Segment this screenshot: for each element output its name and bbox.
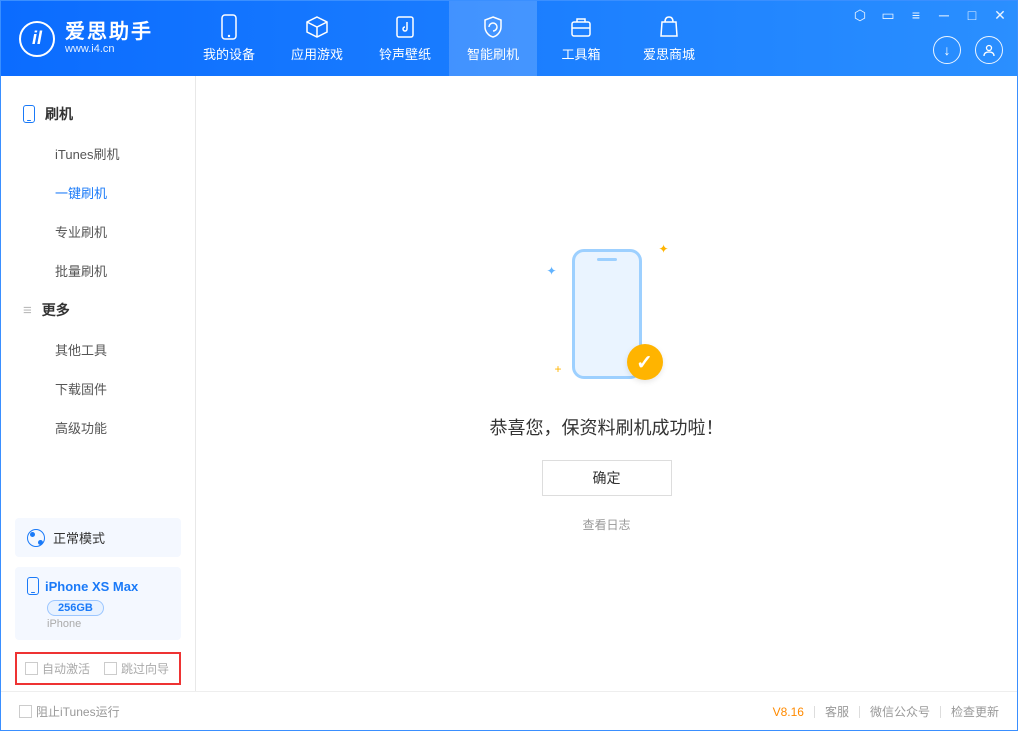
tab-ringtones[interactable]: 铃声壁纸	[361, 1, 449, 76]
tab-label: 铃声壁纸	[379, 44, 431, 63]
checkbox-auto-activate[interactable]: 自动激活	[25, 660, 90, 677]
tab-label: 我的设备	[203, 44, 255, 63]
logo-area: il 爱思助手 www.i4.cn	[1, 21, 171, 57]
device-name-row: iPhone XS Max	[27, 577, 169, 595]
version-label: V8.16	[773, 705, 804, 719]
sparkle-icon: +	[555, 362, 562, 376]
bag-icon	[656, 14, 682, 40]
sidebar: 刷机 iTunes刷机 一键刷机 专业刷机 批量刷机 ≡ 更多 其他工具 下载固…	[1, 76, 196, 691]
app-title: 爱思助手	[65, 21, 153, 43]
tab-label: 爱思商城	[643, 44, 695, 63]
update-link[interactable]: 检查更新	[951, 703, 999, 720]
success-message: 恭喜您，保资料刷机成功啦！	[490, 414, 724, 440]
ok-button[interactable]: 确定	[542, 460, 672, 496]
mode-icon	[27, 529, 45, 547]
mode-label: 正常模式	[53, 528, 105, 547]
sidebar-item-other[interactable]: 其他工具	[1, 330, 195, 369]
cube-icon	[304, 14, 330, 40]
device-capacity: 256GB	[47, 600, 104, 616]
sparkle-icon: ✦	[547, 264, 557, 278]
checkbox-block-itunes[interactable]: 阻止iTunes运行	[19, 703, 120, 720]
header-right-icons: ↓	[933, 36, 1003, 64]
tab-label: 工具箱	[561, 44, 600, 63]
separator	[940, 706, 941, 718]
window-controls: ⬡ ▭ ≡ ─ □ ✕	[851, 7, 1009, 24]
device-type: iPhone	[47, 618, 169, 630]
checkbox-icon	[25, 662, 38, 675]
shirt-icon[interactable]: ⬡	[851, 7, 869, 24]
checkbox-row: 自动激活 跳过向导	[15, 652, 181, 685]
tab-device[interactable]: 我的设备	[185, 1, 273, 76]
tab-label: 应用游戏	[291, 44, 343, 63]
success-illustration: ✦ ✦ + ✓	[557, 234, 657, 394]
close-icon[interactable]: ✕	[991, 7, 1009, 24]
checkbox-icon	[104, 662, 117, 675]
sidebar-group-more: ≡ 更多	[1, 290, 195, 330]
sidebar-item-advanced[interactable]: 高级功能	[1, 408, 195, 447]
app-subtitle: www.i4.cn	[65, 43, 153, 55]
device-name: iPhone XS Max	[45, 579, 138, 594]
cb-label: 自动激活	[42, 662, 90, 676]
minimize-icon[interactable]: ─	[935, 7, 953, 24]
checkbox-icon	[19, 705, 32, 718]
sidebar-item-oneclick[interactable]: 一键刷机	[1, 173, 195, 212]
note-icon[interactable]: ▭	[879, 7, 897, 24]
sparkle-icon: ✦	[658, 242, 668, 256]
list-icon: ≡	[23, 302, 32, 319]
separator	[859, 706, 860, 718]
wechat-link[interactable]: 微信公众号	[870, 703, 930, 720]
logo-icon: il	[19, 21, 55, 57]
sidebar-item-itunes[interactable]: iTunes刷机	[1, 134, 195, 173]
cb-label: 跳过向导	[121, 662, 169, 676]
view-log-link[interactable]: 查看日志	[582, 516, 630, 533]
sidebar-item-firmware[interactable]: 下载固件	[1, 369, 195, 408]
separator	[814, 706, 815, 718]
download-icon[interactable]: ↓	[933, 36, 961, 64]
tab-toolbox[interactable]: 工具箱	[537, 1, 625, 76]
maximize-icon[interactable]: □	[963, 7, 981, 24]
user-icon[interactable]	[975, 36, 1003, 64]
cb-label: 阻止iTunes运行	[36, 705, 120, 719]
top-tabs: 我的设备 应用游戏 铃声壁纸 智能刷机 工具箱 爱思商城	[185, 1, 713, 76]
mode-box[interactable]: 正常模式	[15, 518, 181, 557]
group-label: 更多	[42, 300, 70, 320]
tab-store[interactable]: 爱思商城	[625, 1, 713, 76]
phone-icon	[23, 105, 35, 123]
main-content: ✦ ✦ + ✓ 恭喜您，保资料刷机成功啦！ 确定 查看日志	[196, 76, 1017, 691]
logo-text: 爱思助手 www.i4.cn	[65, 21, 153, 55]
sidebar-item-batch[interactable]: 批量刷机	[1, 251, 195, 290]
device-box[interactable]: iPhone XS Max 256GB iPhone	[15, 567, 181, 640]
check-badge-icon: ✓	[627, 344, 663, 380]
music-file-icon	[392, 14, 418, 40]
refresh-shield-icon	[480, 14, 506, 40]
tab-apps[interactable]: 应用游戏	[273, 1, 361, 76]
phone-icon	[27, 577, 39, 595]
sidebar-item-pro[interactable]: 专业刷机	[1, 212, 195, 251]
menu-icon[interactable]: ≡	[907, 7, 925, 24]
sidebar-group-flash: 刷机	[1, 94, 195, 134]
group-label: 刷机	[45, 104, 73, 124]
footer-right: V8.16 客服 微信公众号 检查更新	[773, 703, 999, 720]
tab-flash[interactable]: 智能刷机	[449, 1, 537, 76]
tab-label: 智能刷机	[467, 44, 519, 63]
support-link[interactable]: 客服	[825, 703, 849, 720]
briefcase-icon	[568, 14, 594, 40]
header: il 爱思助手 www.i4.cn 我的设备 应用游戏 铃声壁纸 智能刷机 工具…	[1, 1, 1017, 76]
body: 刷机 iTunes刷机 一键刷机 专业刷机 批量刷机 ≡ 更多 其他工具 下载固…	[1, 76, 1017, 691]
phone-icon	[216, 14, 242, 40]
footer-left: 阻止iTunes运行	[19, 703, 120, 720]
checkbox-skip-guide[interactable]: 跳过向导	[104, 660, 169, 677]
footer: 阻止iTunes运行 V8.16 客服 微信公众号 检查更新	[1, 691, 1017, 731]
